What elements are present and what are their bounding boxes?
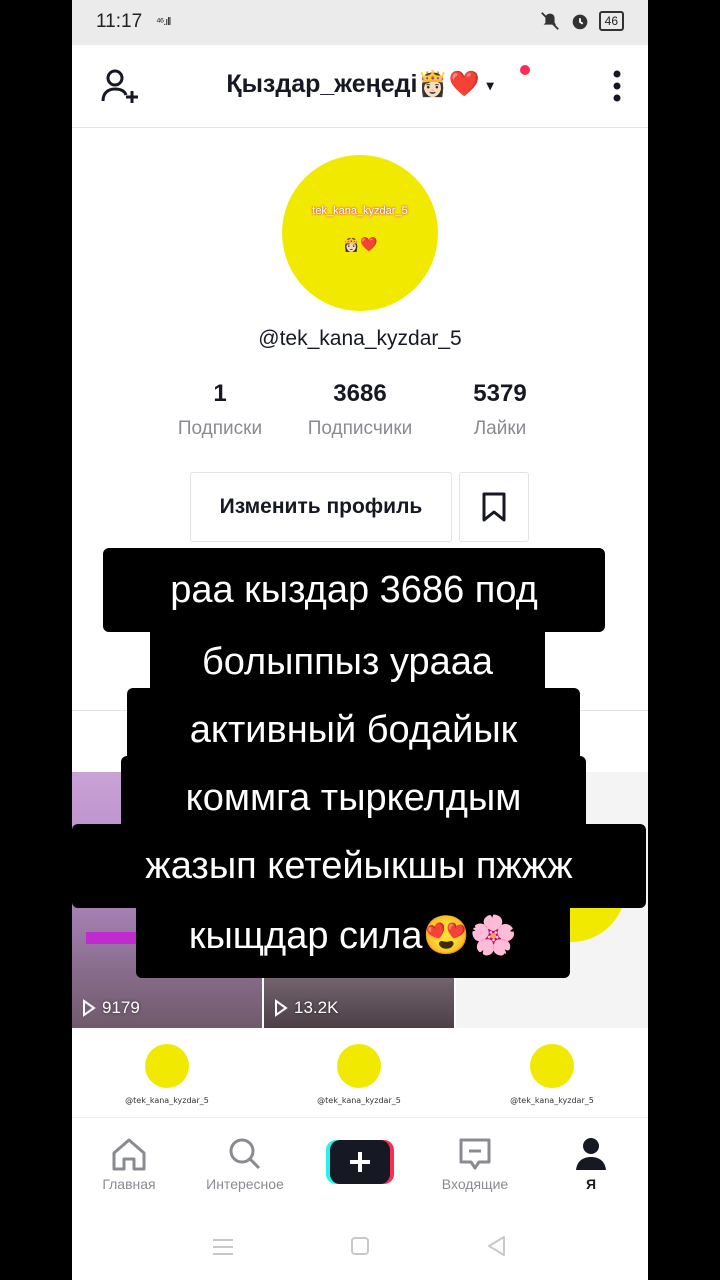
alarm-icon [572,14,587,30]
account-title: Қыздар_жеңеді👸🏻❤️ [226,70,480,98]
more-icon[interactable] [612,69,622,103]
username: @tek_kana_kyzdar_5 [258,327,462,350]
profile-icon [576,1138,606,1170]
view-count: 9179 [82,998,140,1018]
tab-home[interactable]: Главная [74,1132,184,1192]
tab-label: Главная [102,1176,156,1192]
tile-sticker [86,932,136,944]
stat-value: 5379 [473,380,527,407]
battery-icon: 46 [598,11,624,31]
stat-label: Лайки [473,418,527,439]
play-icon [83,999,96,1017]
overlay-line: кыщдар сила😍🌸 [136,894,570,978]
avatar-emoji: 👸🏻❤️ [342,237,378,253]
bookmark-icon [482,492,506,522]
status-bar: 11:17 ⁴⁶.ıll 46 [72,0,648,45]
account-switcher[interactable]: Қыздар_жеңеді👸🏻❤️ ▾ [72,70,648,99]
avatar[interactable]: tek_kana_kyzdar_5 👸🏻❤️ [282,155,438,311]
avatar-text: tek_kana_kyzdar_5 [312,205,408,217]
system-nav-bar [72,1217,648,1280]
thumb-avatar [145,1044,189,1088]
bookmark-button[interactable] [459,472,529,542]
stat-value: 3686 [333,380,387,407]
tab-profile[interactable]: Я [536,1132,646,1192]
tab-label: Интересное [206,1176,284,1192]
view-count-text: 9179 [102,998,140,1017]
edit-profile-button[interactable]: Изменить профиль [190,472,452,542]
tab-inbox[interactable]: Входящие [420,1132,530,1192]
thumb-handle: @tek_kana_kyzdar_5 [510,1096,594,1105]
back-icon[interactable] [486,1235,506,1257]
mute-icon [540,12,559,30]
stat-followers[interactable]: 3686 Подписчики [280,380,440,440]
status-time: 11:17 [96,11,143,32]
video-tile[interactable]: @tek_kana_kyzdar_5 [72,1030,262,1117]
view-count: 13.2K [274,998,338,1018]
home-button-icon[interactable] [350,1236,370,1256]
tab-discover[interactable]: Интересное [190,1132,300,1192]
tab-label: Я [585,1176,597,1192]
stat-following[interactable]: 1 Подписки [140,380,300,440]
chevron-down-icon: ▾ [486,76,494,93]
stat-label: Подписчики [307,418,413,439]
video-tile[interactable]: @tek_kana_kyzdar_5 [456,1030,648,1117]
home-icon [112,1138,146,1171]
signal-icon: ⁴⁶.ıll [156,16,171,28]
video-tile[interactable]: @tek_kana_kyzdar_5 [264,1030,454,1117]
search-icon [229,1138,261,1170]
stat-label: Подписки [177,418,263,439]
thumb-handle: @tek_kana_kyzdar_5 [125,1096,209,1105]
view-count-text: 13.2K [294,998,339,1017]
play-icon [275,999,288,1017]
thumb-avatar [337,1044,381,1088]
thumb-handle: @tek_kana_kyzdar_5 [317,1096,401,1105]
tab-label: Входящие [441,1176,509,1192]
notification-dot [520,65,530,75]
thumb-avatar [530,1044,574,1088]
profile-header: Қыздар_жеңеді👸🏻❤️ ▾ [72,45,648,128]
menu-icon[interactable] [212,1237,234,1257]
create-video-button[interactable] [326,1140,394,1184]
stat-likes[interactable]: 5379 Лайки [420,380,580,440]
stat-value: 1 [213,380,227,407]
inbox-icon [459,1138,491,1170]
